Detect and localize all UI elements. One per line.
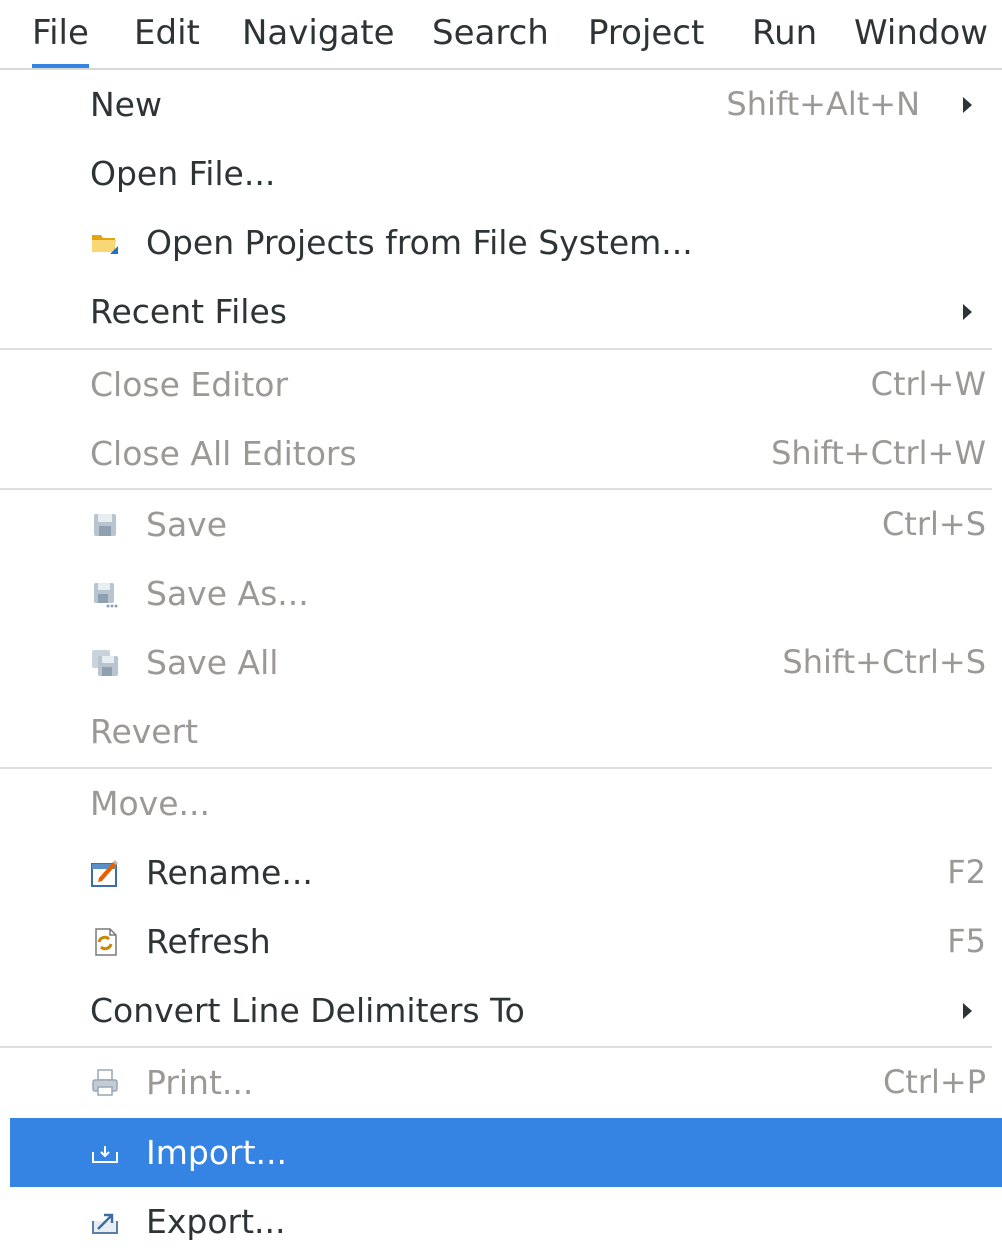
menu-item-open-projects[interactable]: Open Projects from File System... — [10, 208, 1002, 277]
menu-item-rename-accel: F2 — [947, 853, 986, 891]
menu-item-move-label: Move... — [90, 784, 210, 823]
menu-item-close-editor-label: Close Editor — [90, 365, 289, 404]
import-icon — [92, 1146, 118, 1163]
menu-item-save-as[interactable]: Save As... — [10, 559, 1002, 628]
menubar-edit[interactable]: Edit — [134, 0, 200, 68]
menu-item-close-editor-accel: Ctrl+W — [870, 365, 986, 403]
menu-item-save-all[interactable]: Save All Shift+Ctrl+S — [10, 628, 1002, 697]
menu-item-open-file-label: Open File... — [90, 154, 276, 193]
menubar-run[interactable]: Run — [752, 0, 817, 68]
menubar-search[interactable]: Search — [432, 0, 549, 68]
print-icon — [92, 1069, 118, 1096]
menubar-navigate[interactable]: Navigate — [242, 0, 395, 68]
submenu-arrow-icon — [963, 97, 972, 113]
menu-item-refresh-label: Refresh — [146, 922, 271, 961]
menu-item-save-all-accel: Shift+Ctrl+S — [782, 643, 986, 681]
menu-item-new-label: New — [90, 85, 162, 124]
menu-item-convert-line-delimiters-label: Convert Line Delimiters To — [90, 991, 525, 1030]
menu-item-open-projects-label: Open Projects from File System... — [146, 223, 693, 262]
menu-item-close-editor[interactable]: Close Editor Ctrl+W — [10, 350, 1002, 419]
rename-icon — [91, 860, 118, 887]
menu-item-rename[interactable]: Rename... F2 — [10, 838, 1002, 907]
menubar-window[interactable]: Window — [854, 0, 988, 68]
menu-item-save-as-label: Save As... — [146, 574, 309, 613]
menu-item-close-all-editors[interactable]: Close All Editors Shift+Ctrl+W — [10, 419, 1002, 488]
menu-item-save[interactable]: Save Ctrl+S — [10, 490, 1002, 559]
save-as-icon — [94, 583, 118, 608]
export-icon — [92, 1213, 118, 1234]
refresh-icon — [95, 928, 117, 956]
menu-item-save-label: Save — [146, 505, 228, 544]
menu-item-export-label: Export... — [146, 1202, 286, 1241]
menu-item-convert-line-delimiters[interactable]: Convert Line Delimiters To — [10, 976, 1002, 1045]
menubar-project[interactable]: Project — [588, 0, 704, 68]
menu-item-open-file[interactable]: Open File... — [10, 139, 1002, 208]
menu-bar: File Edit Navigate Search Project Run Wi… — [0, 0, 1002, 70]
menu-item-new[interactable]: New Shift+Alt+N — [10, 70, 1002, 139]
menu-item-close-all-editors-accel: Shift+Ctrl+W — [771, 434, 986, 472]
menu-item-export[interactable]: Export... — [10, 1187, 1002, 1256]
menu-item-rename-label: Rename... — [146, 853, 313, 892]
menu-item-new-accel: Shift+Alt+N — [726, 85, 920, 123]
menubar-file[interactable]: File — [32, 0, 89, 68]
save-all-icon — [92, 650, 118, 676]
save-icon — [94, 514, 116, 536]
file-menu: New Shift+Alt+N Open File... Open Projec… — [0, 70, 1002, 1252]
menu-item-move[interactable]: Move... — [10, 769, 1002, 838]
submenu-arrow-icon — [963, 304, 972, 320]
menu-item-print-label: Print... — [146, 1063, 254, 1102]
menu-item-import[interactable]: Import... — [10, 1118, 1002, 1187]
menu-item-print[interactable]: Print... Ctrl+P — [10, 1048, 1002, 1117]
menu-item-save-accel: Ctrl+S — [881, 505, 986, 543]
menu-item-save-all-label: Save All — [146, 643, 279, 682]
menu-item-revert-label: Revert — [90, 712, 199, 751]
folder-open-icon — [92, 235, 118, 254]
menu-item-recent-files[interactable]: Recent Files — [10, 277, 1002, 346]
menu-item-close-all-editors-label: Close All Editors — [90, 434, 357, 473]
menu-item-refresh-accel: F5 — [947, 922, 986, 960]
menu-item-refresh[interactable]: Refresh F5 — [10, 907, 1002, 976]
menu-item-print-accel: Ctrl+P — [882, 1063, 986, 1101]
menu-item-revert[interactable]: Revert — [10, 697, 1002, 766]
menu-item-import-label: Import... — [146, 1133, 287, 1172]
menu-item-recent-files-label: Recent Files — [90, 292, 287, 331]
submenu-arrow-icon — [963, 1003, 972, 1019]
